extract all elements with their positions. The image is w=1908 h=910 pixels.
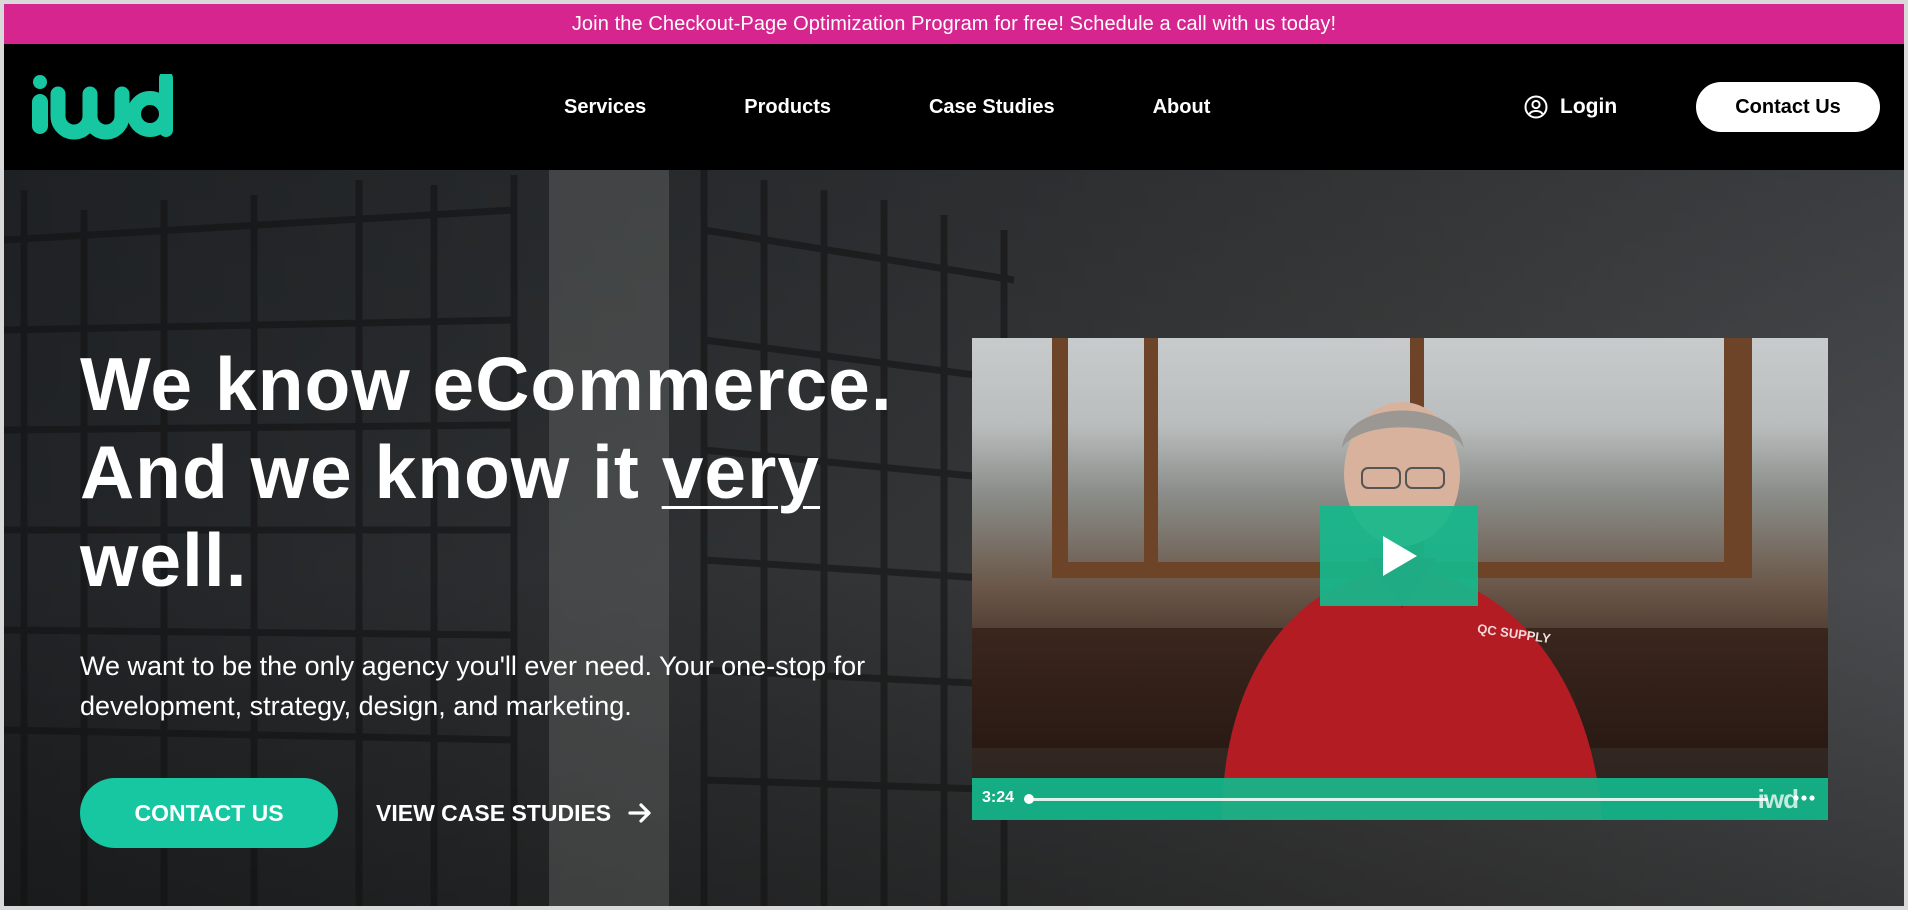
iwd-logo[interactable] (30, 74, 178, 140)
hero-cta-row: CONTACT US VIEW CASE STUDIES (80, 778, 653, 848)
hero-headline: We know eCommerce. And we know it very w… (80, 340, 940, 604)
main-nav: Services Products Case Studies About (564, 44, 1308, 170)
nav-item-case-studies[interactable]: Case Studies (929, 96, 1055, 119)
user-icon (1524, 95, 1548, 119)
site-header: Services Products Case Studies About Log… (4, 44, 1904, 170)
video-progress-track[interactable] (1030, 798, 1768, 801)
video-progress-handle[interactable] (1024, 794, 1034, 804)
hero-subtext: We want to be the only agency you'll eve… (80, 651, 866, 721)
announcement-bar[interactable]: Join the Checkout-Page Optimization Prog… (4, 4, 1904, 44)
headline-line-3: well. (80, 518, 248, 602)
view-case-studies-label: VIEW CASE STUDIES (376, 799, 612, 826)
page-frame: Join the Checkout-Page Optimization Prog… (4, 4, 1904, 906)
video-scene-mullion (1144, 338, 1158, 578)
video-control-bar: 3:24 iwd (972, 778, 1828, 820)
video-scene-mullion (1724, 338, 1738, 578)
contact-us-button[interactable]: Contact Us (1696, 82, 1880, 132)
nav-item-services[interactable]: Services (564, 96, 646, 119)
arrow-right-icon (628, 803, 651, 823)
login-label: Login (1560, 95, 1618, 118)
video-player[interactable]: QC SUPPLY 3:24 iwd (972, 338, 1828, 820)
view-case-studies-link[interactable]: VIEW CASE STUDIES (376, 800, 653, 827)
headline-emphasis: very (661, 430, 821, 514)
video-duration: 3:24 (982, 789, 1015, 806)
play-button[interactable] (1320, 506, 1478, 606)
nav-item-products[interactable]: Products (744, 96, 831, 119)
hero-text-block: We know eCommerce. And we know it very w… (80, 340, 940, 726)
login-link[interactable]: Login (1524, 44, 1617, 170)
nav-item-about[interactable]: About (1153, 96, 1211, 119)
more-options-icon[interactable] (1792, 794, 1816, 802)
hero-section: We know eCommerce. And we know it very w… (4, 170, 1904, 906)
hero-contact-us-button[interactable]: CONTACT US (80, 778, 338, 848)
headline-line-2: And we know it (80, 430, 662, 514)
play-icon (1383, 536, 1417, 576)
headline-line-1: We know eCommerce. (80, 342, 893, 426)
announcement-text[interactable]: Join the Checkout-Page Optimization Prog… (572, 13, 1336, 36)
